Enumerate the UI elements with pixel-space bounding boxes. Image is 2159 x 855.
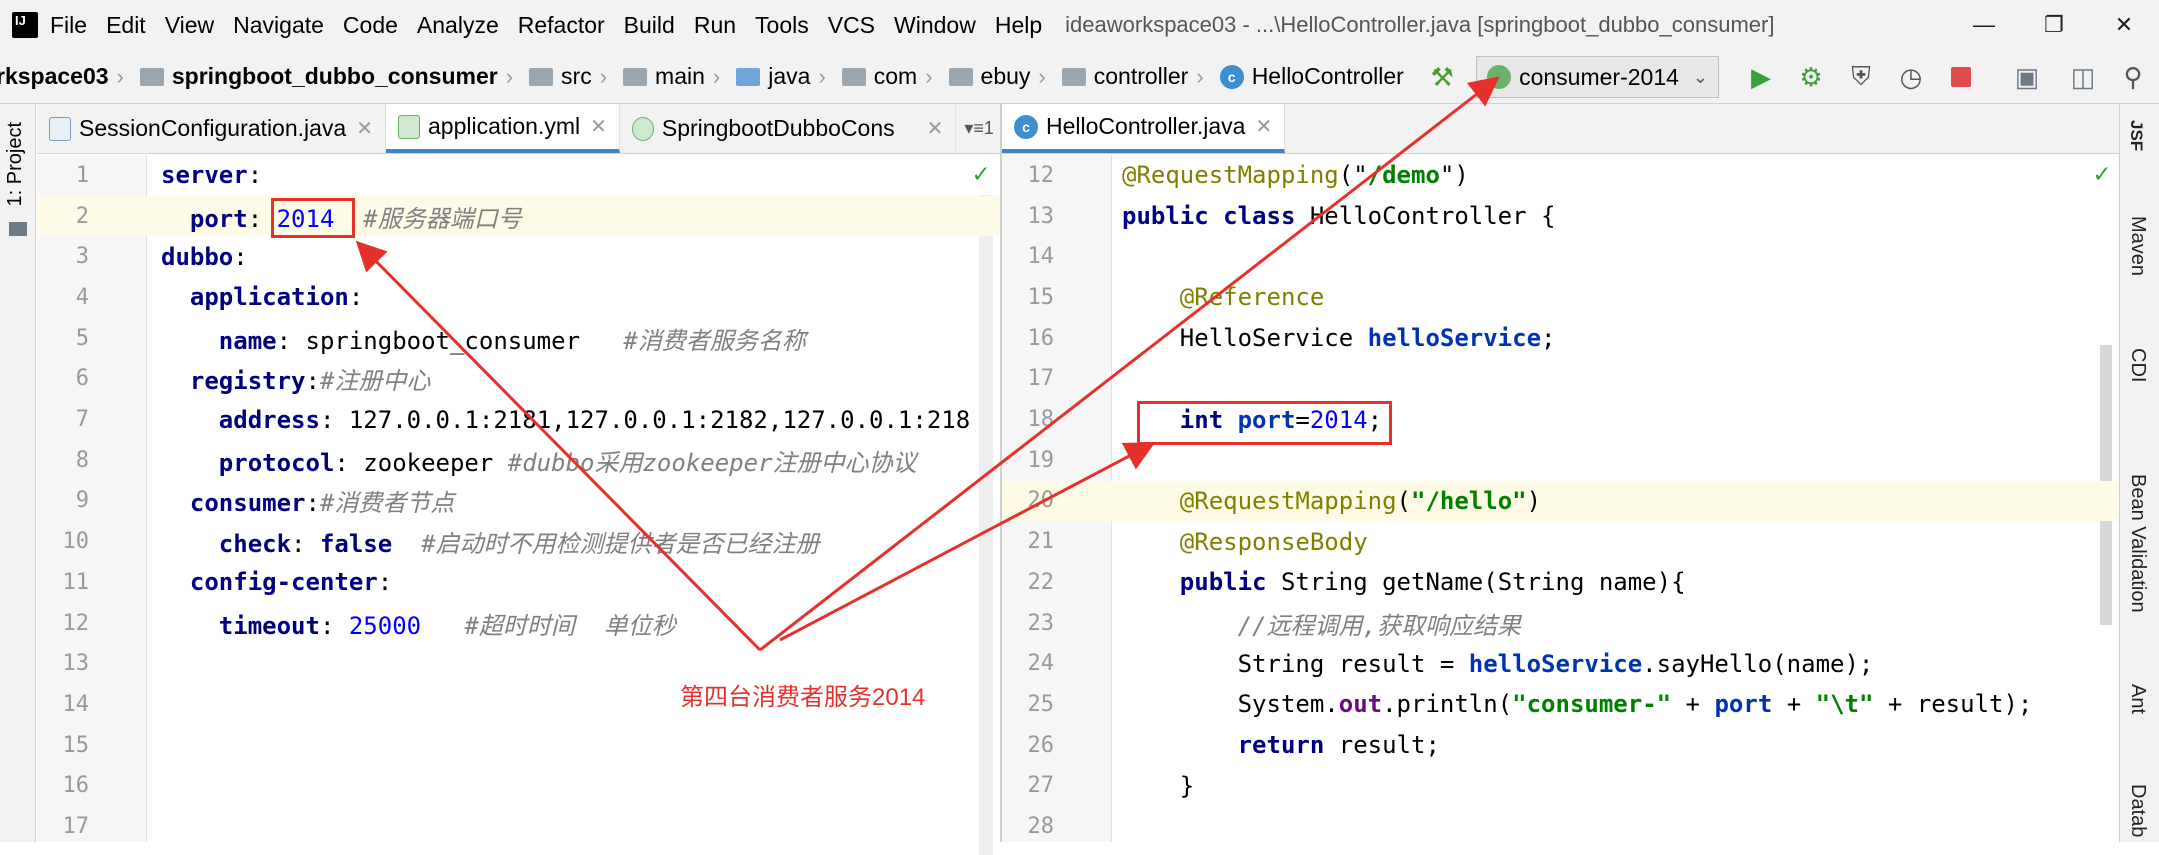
arrow-to-java-port bbox=[780, 445, 1150, 640]
annotation-arrows bbox=[0, 0, 2159, 842]
arrow-to-run-config bbox=[760, 80, 1495, 650]
arrow-to-yml-port bbox=[360, 245, 760, 650]
annotation-label: 第四台消费者服务2014 bbox=[680, 677, 925, 712]
